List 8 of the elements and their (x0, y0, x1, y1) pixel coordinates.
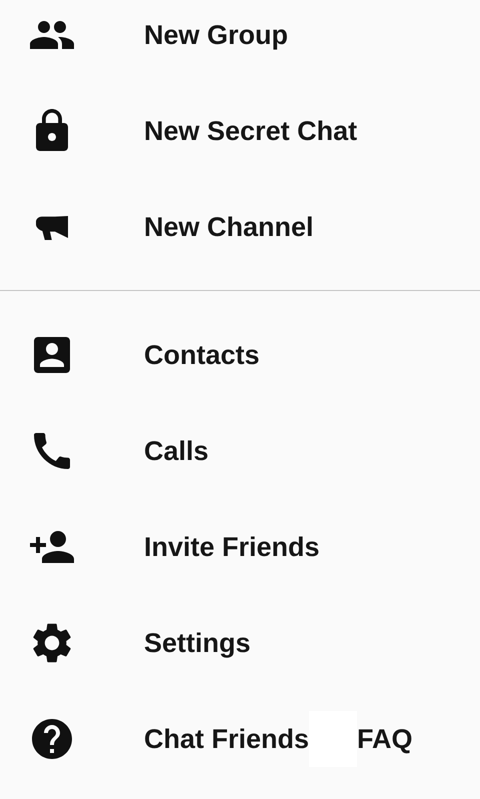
menu-item[interactable]: New Channel (0, 179, 480, 275)
menu-item[interactable]: Chat Friends FAQ (0, 691, 480, 787)
menu-item[interactable]: New Group (0, 0, 480, 83)
menu-item[interactable]: Contacts (0, 307, 480, 403)
menu-item[interactable]: Invite Friends (0, 499, 480, 595)
menu-item[interactable]: New Secret Chat (0, 83, 480, 179)
menu-item[interactable]: Settings (0, 595, 480, 691)
menu-item[interactable]: Calls (0, 403, 480, 499)
